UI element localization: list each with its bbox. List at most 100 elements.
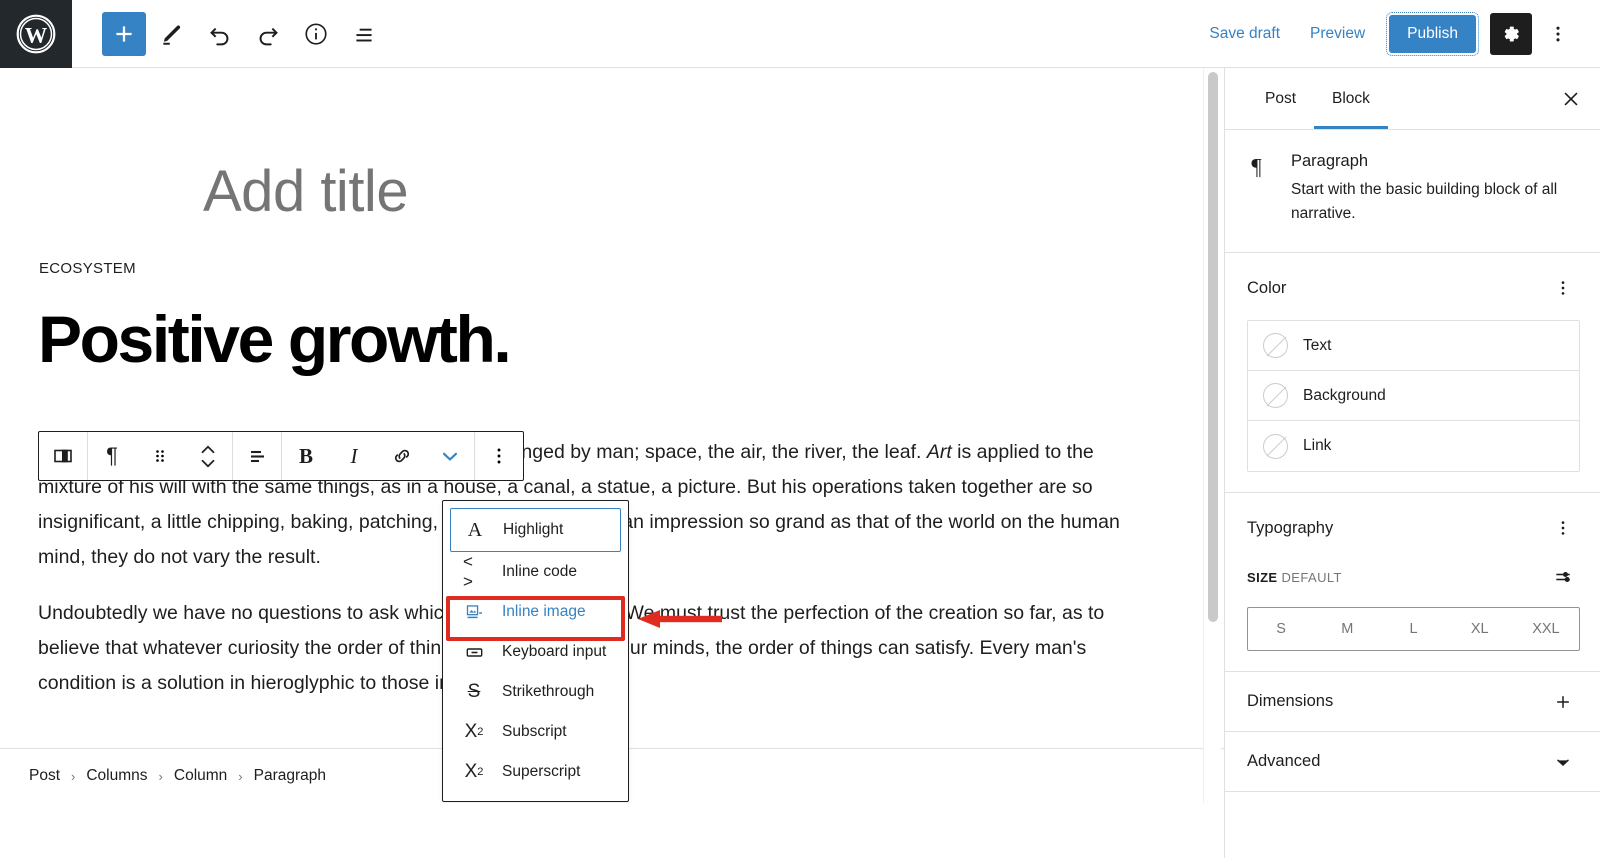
color-label: Link: [1303, 437, 1332, 454]
expand-advanced-button[interactable]: [1546, 745, 1580, 779]
breadcrumb-item-column[interactable]: Column: [174, 767, 227, 785]
font-size-m[interactable]: M: [1314, 608, 1380, 650]
more-options-button[interactable]: [1538, 13, 1578, 55]
tab-post[interactable]: Post: [1247, 68, 1314, 129]
font-size-button-group: S M L XL XXL: [1247, 607, 1580, 651]
color-row-link[interactable]: Link: [1248, 421, 1579, 471]
list-view-icon: [356, 28, 372, 41]
info-circle-icon: [305, 22, 327, 45]
editor-top-bar: W Save draft Preview Publish: [0, 0, 1600, 68]
page-heading[interactable]: Positive growth.: [38, 301, 512, 377]
menu-item-strikethrough[interactable]: S Strikethrough: [443, 672, 628, 712]
size-key: SIZE: [1247, 569, 1278, 585]
menu-item-label: Subscript: [502, 723, 567, 740]
font-size-s[interactable]: S: [1248, 608, 1314, 650]
block-info-card: ¶ Paragraph Start with the basic buildin…: [1225, 130, 1600, 253]
link-button[interactable]: [378, 432, 426, 480]
menu-item-highlight[interactable]: A Highlight: [450, 508, 621, 552]
drag-dots-icon: [156, 450, 164, 462]
chevron-down-icon: [201, 459, 215, 467]
vertical-dots-icon: [1561, 521, 1565, 535]
chevron-down-icon: [442, 452, 458, 461]
settings-toggle-button[interactable]: [1490, 12, 1532, 55]
top-bar-actions: Save draft Preview Publish: [1195, 11, 1600, 56]
sidebar-tabs: Post Block: [1225, 68, 1600, 130]
post-title-input[interactable]: Add title: [203, 158, 409, 225]
chevron-up-icon: [201, 445, 215, 453]
bold-button[interactable]: B: [282, 432, 330, 480]
paragraph-pilcrow-icon: ¶: [1247, 152, 1273, 226]
block-options-button[interactable]: [475, 432, 523, 480]
no-color-circle-slash-icon: [1263, 383, 1288, 408]
details-button[interactable]: [294, 12, 338, 56]
menu-item-label: Highlight: [503, 521, 564, 538]
align-text-button[interactable]: [233, 432, 281, 480]
wordpress-logo[interactable]: W: [0, 0, 72, 68]
svg-text:W: W: [25, 22, 48, 47]
color-row-text[interactable]: Text: [1248, 321, 1579, 371]
breadcrumb-item-paragraph[interactable]: Paragraph: [254, 767, 326, 785]
block-toolbar: ¶ B I: [38, 431, 524, 481]
canvas-scrollbar[interactable]: [1203, 68, 1221, 803]
chevron-right-icon: ›: [71, 768, 76, 784]
size-value: DEFAULT: [1281, 569, 1342, 585]
inline-image-icon: [463, 602, 485, 623]
menu-item-inline-image[interactable]: Inline image: [443, 592, 628, 632]
menu-item-superscript[interactable]: X2 Superscript: [443, 752, 628, 792]
chevron-right-icon: ›: [158, 768, 163, 784]
add-block-button[interactable]: [102, 11, 146, 56]
columns-icon: [54, 449, 72, 463]
font-size-xxl[interactable]: XXL: [1513, 608, 1579, 650]
settings-sidebar: Post Block ¶ Paragraph Start with the ba…: [1224, 68, 1600, 858]
more-formatting-button[interactable]: [426, 432, 474, 480]
drag-handle[interactable]: [136, 432, 184, 480]
color-options-button[interactable]: [1546, 271, 1580, 305]
angle-brackets-icon: < >: [463, 552, 474, 591]
subscript-x2-icon: X2: [464, 721, 484, 742]
section-title: Advanced: [1247, 752, 1321, 770]
breadcrumb-item-columns[interactable]: Columns: [86, 767, 147, 785]
font-size-settings-button[interactable]: [1546, 560, 1580, 594]
close-sidebar-button[interactable]: [1550, 78, 1592, 120]
list-view-button[interactable]: [342, 12, 386, 56]
color-row-background[interactable]: Background: [1248, 371, 1579, 421]
wordpress-block-editor: W Save draft Preview Publish Add title E…: [0, 0, 1600, 858]
block-type-columns-button[interactable]: [39, 432, 87, 480]
font-size-xl[interactable]: XL: [1447, 608, 1513, 650]
typography-options-button[interactable]: [1546, 511, 1580, 545]
menu-item-subscript[interactable]: X2 Subscript: [443, 712, 628, 752]
menu-item-keyboard-input[interactable]: Keyboard input: [443, 632, 628, 672]
menu-item-inline-code[interactable]: < > Inline code: [443, 552, 628, 592]
save-draft-button[interactable]: Save draft: [1195, 17, 1294, 51]
breadcrumb-item-post[interactable]: Post: [29, 767, 60, 785]
menu-item-label: Strikethrough: [502, 683, 595, 700]
preview-button[interactable]: Preview: [1296, 17, 1379, 51]
canvas-scrollbar-thumb[interactable]: [1208, 72, 1218, 622]
sliders-icon: [1556, 571, 1570, 583]
redo-button[interactable]: [246, 12, 290, 56]
menu-item-label: Inline image: [502, 603, 586, 620]
chevron-down-icon: [1557, 759, 1569, 766]
dimensions-section-header[interactable]: Dimensions: [1225, 672, 1600, 732]
no-color-circle-slash-icon: [1263, 333, 1288, 358]
undo-button[interactable]: [198, 12, 242, 56]
font-size-row: SIZE DEFAULT: [1247, 560, 1580, 594]
tools-button[interactable]: [150, 12, 194, 56]
move-block-button[interactable]: [184, 432, 232, 480]
keyboard-key-icon: [463, 642, 485, 663]
publish-button[interactable]: Publish: [1386, 11, 1479, 56]
tab-block[interactable]: Block: [1314, 68, 1388, 129]
italic-button[interactable]: I: [330, 432, 378, 480]
vertical-dots-icon: [1561, 281, 1565, 295]
redo-arrow-icon: [259, 27, 278, 45]
color-label: Text: [1303, 336, 1332, 354]
wordpress-logo-icon: W: [16, 14, 56, 53]
eyebrow-text[interactable]: ECOSYSTEM: [39, 260, 136, 277]
add-dimension-button[interactable]: [1546, 685, 1580, 719]
block-type-paragraph-button[interactable]: ¶: [88, 432, 136, 480]
section-title: Dimensions: [1247, 692, 1334, 710]
advanced-section-header[interactable]: Advanced: [1225, 732, 1600, 792]
typography-section-header: Typography: [1247, 511, 1580, 545]
font-size-l[interactable]: L: [1380, 608, 1446, 650]
vertical-dots-icon: [1556, 26, 1560, 41]
